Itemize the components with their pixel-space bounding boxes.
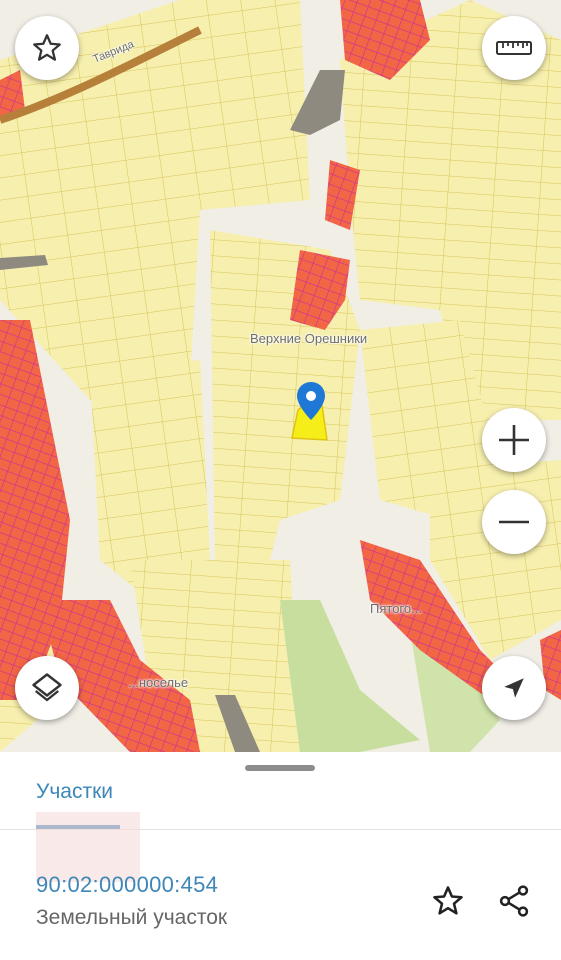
map-canvas[interactable]	[0, 0, 561, 752]
map-label-village-left: ...носелье	[128, 675, 189, 690]
zoom-in-button[interactable]	[482, 408, 546, 472]
share-icon	[499, 885, 529, 917]
layers-icon	[32, 673, 62, 702]
navigation-arrow-icon	[504, 678, 524, 698]
layers-button[interactable]	[15, 656, 79, 720]
map-label-village-right: Пятого...	[370, 601, 422, 616]
object-type: Земельный участок	[36, 906, 228, 929]
add-favorite-button[interactable]	[428, 881, 468, 921]
star-outline-icon	[33, 34, 61, 61]
plus-icon	[499, 425, 529, 455]
my-location-button[interactable]	[482, 656, 546, 720]
ruler-button[interactable]	[482, 16, 546, 80]
map-label-village: Верхние Орешники	[250, 331, 368, 346]
share-button[interactable]	[494, 881, 534, 921]
sheet-drag-handle[interactable]	[245, 765, 315, 771]
zoom-out-button[interactable]	[482, 490, 546, 554]
minus-icon	[499, 520, 529, 524]
map-view[interactable]: Верхние Орешники Пятого... ...носелье Та…	[0, 0, 561, 752]
star-outline-icon	[433, 886, 463, 915]
cadastral-number[interactable]: 90:02:000000:454	[36, 872, 218, 898]
favorites-button[interactable]	[15, 16, 79, 80]
ruler-icon	[496, 41, 532, 55]
tab-parcels[interactable]: Участки	[36, 780, 113, 804]
